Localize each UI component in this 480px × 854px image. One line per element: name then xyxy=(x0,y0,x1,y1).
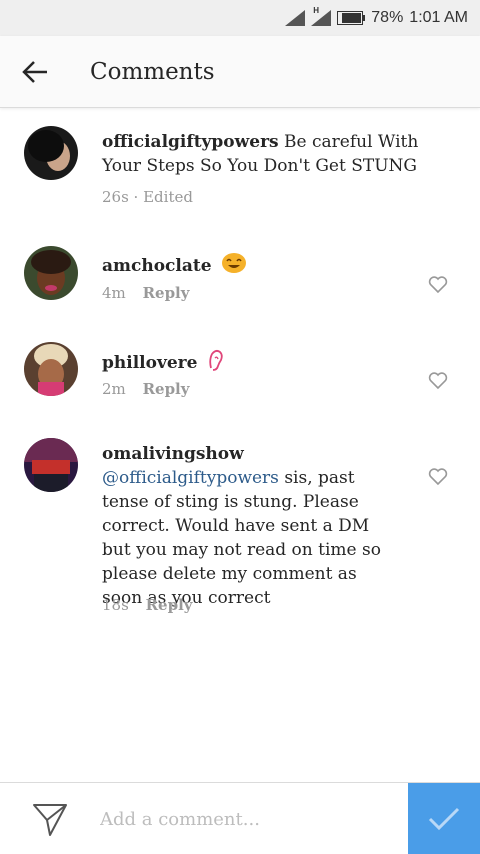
avatar-image xyxy=(24,438,78,492)
comment-body: phillovere xyxy=(102,348,432,379)
avatar-image xyxy=(24,126,78,180)
comment-time: 2m xyxy=(102,380,126,398)
comment-text: sis, past tense of sting is stung. Pleas… xyxy=(102,468,381,608)
comment-body: officialgiftypowers Be careful With Your… xyxy=(102,130,432,178)
avatar[interactable] xyxy=(24,126,78,180)
heart-icon[interactable] xyxy=(428,372,448,390)
comment-input[interactable] xyxy=(100,801,390,837)
signal-icon xyxy=(285,10,306,26)
avatar[interactable] xyxy=(24,438,78,492)
username[interactable]: officialgiftypowers xyxy=(102,132,279,152)
ear-icon xyxy=(207,348,225,379)
username[interactable]: omalivingshow xyxy=(102,444,244,464)
comment-meta: 2m Reply xyxy=(102,380,189,398)
battery-icon xyxy=(337,11,366,25)
arrow-left-icon xyxy=(22,60,47,83)
back-button[interactable] xyxy=(0,36,70,108)
battery-percent: 78% xyxy=(371,9,404,26)
reply-button[interactable]: Reply xyxy=(143,380,190,398)
comment-body: omalivingshow @officialgiftypowers sis, … xyxy=(102,442,402,610)
network-type-indicator: H xyxy=(311,6,332,26)
heart-icon[interactable] xyxy=(428,468,448,486)
avatar[interactable] xyxy=(24,342,78,396)
comment-time: 18s xyxy=(102,596,129,614)
avatar-image xyxy=(24,342,78,396)
username[interactable]: amchoclate xyxy=(102,256,212,276)
page-title: Comments xyxy=(90,58,215,85)
comment-meta: 4m Reply xyxy=(102,284,189,302)
clock: 1:01 AM xyxy=(409,9,468,26)
post-comment-button[interactable] xyxy=(408,783,480,854)
avatar-image xyxy=(24,246,78,300)
header: Comments xyxy=(0,36,480,108)
status-bar: H 78% 1:01 AM xyxy=(0,0,480,36)
heart-icon[interactable] xyxy=(428,276,448,294)
comment-body: amchoclate xyxy=(102,252,432,281)
comment-meta: 26s · Edited xyxy=(102,188,193,206)
comment-time: 26s · Edited xyxy=(102,188,193,206)
mention-link[interactable]: @officialgiftypowers xyxy=(102,468,279,488)
username[interactable]: phillovere xyxy=(102,353,197,373)
smiling-face-icon xyxy=(221,252,247,281)
checkmark-icon xyxy=(428,807,460,831)
reply-button[interactable]: Reply xyxy=(146,596,193,614)
comment-meta: 18s Reply xyxy=(102,596,193,614)
comment-composer xyxy=(0,782,480,854)
comment-time: 4m xyxy=(102,284,126,302)
network-type-label: H xyxy=(313,6,320,15)
reply-button[interactable]: Reply xyxy=(143,284,190,302)
paper-plane-icon[interactable] xyxy=(32,801,68,837)
avatar[interactable] xyxy=(24,246,78,300)
